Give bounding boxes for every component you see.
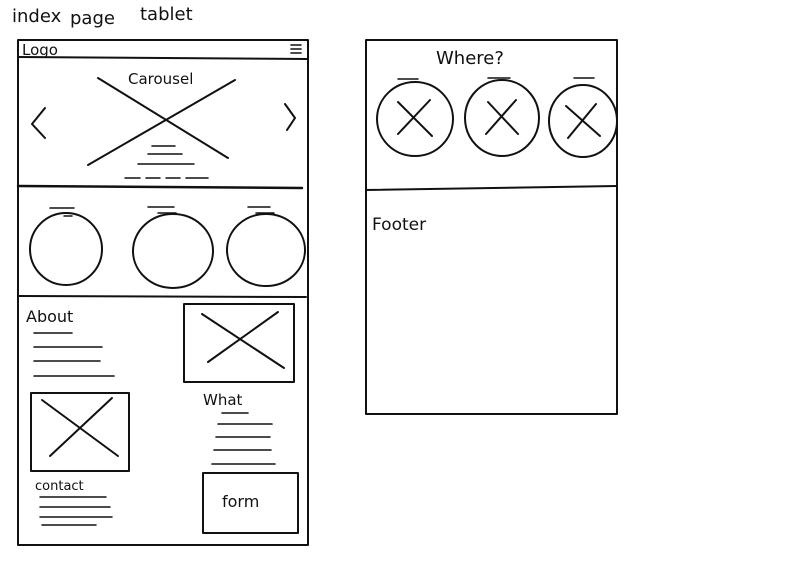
carousel-image-placeholder: [87, 77, 236, 166]
sketch-title-index: index: [12, 6, 62, 27]
footer-label: Footer: [372, 215, 426, 235]
where-caption-lines: [397, 77, 595, 80]
carousel-next-arrow-icon[interactable]: [284, 103, 296, 131]
carousel-caption-lines: [124, 145, 209, 179]
left-frame: Logo Carousel About What contact form: [16, 39, 309, 546]
where-heading: Where?: [436, 48, 504, 69]
wireframe-sketch: index page tablet Logo Carousel About Wh…: [12, 4, 618, 546]
header-divider: [17, 56, 309, 60]
feature-circle-2: [132, 213, 214, 289]
form-label: form: [222, 492, 259, 511]
hamburger-menu-icon[interactable]: [290, 44, 302, 54]
feature-circle-1: [29, 212, 103, 286]
about-image-placeholder: [183, 303, 295, 383]
about-text-lines: [33, 332, 115, 377]
contact-text-lines: [39, 496, 113, 526]
feature-circle-3: [226, 213, 306, 287]
left-frame-border: [17, 39, 309, 546]
what-text-lines: [211, 412, 276, 465]
logo: Logo: [22, 41, 58, 59]
sketch-title-tablet: tablet: [140, 4, 193, 25]
carousel-prev-arrow-icon[interactable]: [31, 107, 46, 139]
contact-heading: contact: [35, 479, 84, 494]
carousel-label: Carousel: [128, 70, 193, 88]
right-frame: Where? Footer: [365, 39, 618, 415]
sketch-title-page: page: [70, 8, 115, 29]
contact-image-placeholder: [30, 392, 130, 472]
where-divider: [365, 185, 618, 191]
about-heading: About: [26, 307, 73, 326]
feature-circles: [29, 206, 306, 289]
what-heading: What: [203, 391, 243, 409]
where-circles: [376, 79, 618, 158]
carousel-divider: [16, 184, 304, 190]
circles-divider: [17, 295, 307, 298]
